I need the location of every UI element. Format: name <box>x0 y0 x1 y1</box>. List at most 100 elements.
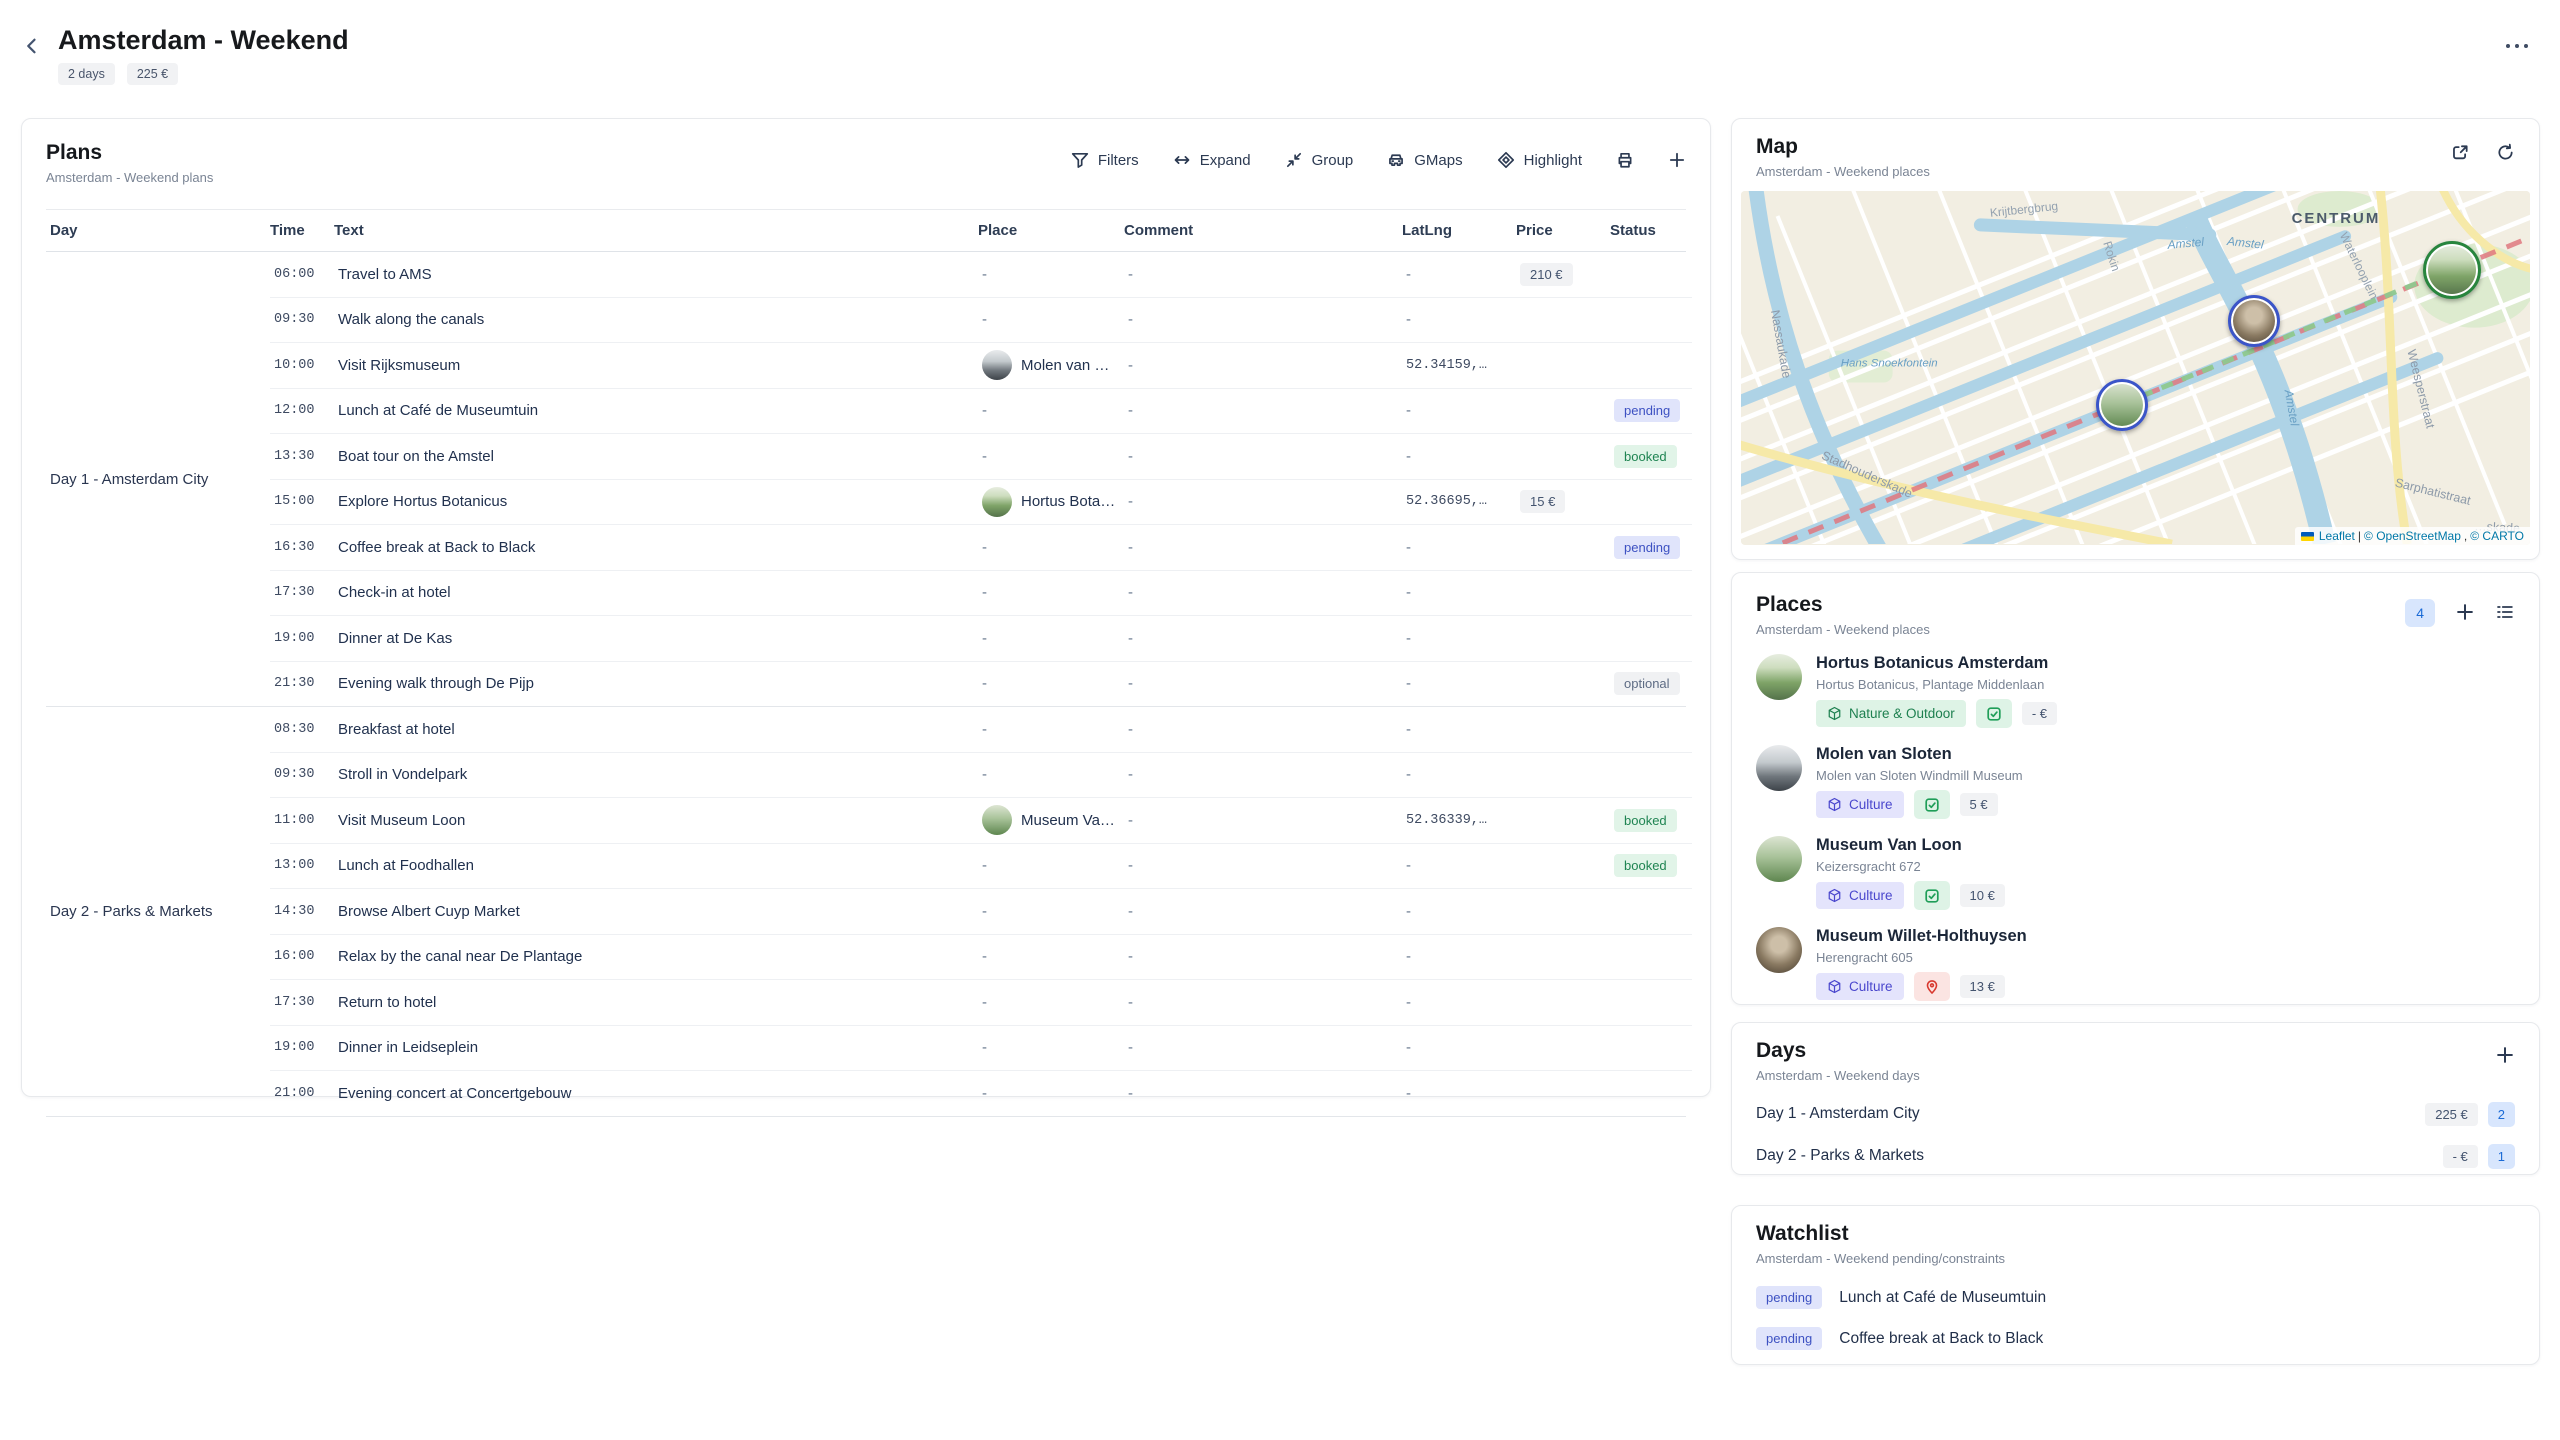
plan-row[interactable]: 19:00Dinner in Leidseplein--- <box>270 1026 1692 1072</box>
osm-link[interactable]: © OpenStreetMap <box>2364 529 2461 543</box>
map-marker-hortus[interactable] <box>2423 241 2481 299</box>
place-badges: Culture13 € <box>1816 972 2027 1001</box>
plan-row[interactable]: 12:00Lunch at Café de Museumtuin---pendi… <box>270 389 1692 435</box>
place-label: - <box>982 994 987 1011</box>
carto-link[interactable]: © CARTO <box>2470 529 2524 543</box>
car-icon <box>1387 151 1405 169</box>
map-canvas[interactable]: KrijtbergbrugRokinCENTRUMAmstelAmstelWat… <box>1741 191 2530 545</box>
map-marker-vanloon[interactable] <box>2096 379 2148 431</box>
place-label: - <box>982 402 987 419</box>
latlng-cell: - <box>1402 584 1516 601</box>
place-avatar <box>982 805 1012 835</box>
page-title: Amsterdam - Weekend <box>58 26 349 56</box>
plan-row[interactable]: 08:30Breakfast at hotel--- <box>270 707 1692 753</box>
plan-row[interactable]: 16:30Coffee break at Back to Black---pen… <box>270 525 1692 571</box>
plan-row[interactable]: 17:30Return to hotel--- <box>270 980 1692 1026</box>
plan-row[interactable]: 13:00Lunch at Foodhallen---booked <box>270 844 1692 890</box>
plan-row[interactable]: 21:30Evening walk through De Pijp---opti… <box>270 662 1692 707</box>
comment-cell: - <box>1124 311 1402 328</box>
plan-row[interactable]: 06:00Travel to AMS---210 € <box>270 252 1692 298</box>
add-place-button[interactable] <box>2455 602 2475 625</box>
leaflet-link[interactable]: Leaflet <box>2319 529 2355 543</box>
time-cell: 15:00 <box>270 494 334 509</box>
add-day-button[interactable] <box>2495 1045 2515 1068</box>
place-item[interactable]: Museum Van LoonKeizersgracht 672Culture1… <box>1756 836 2515 910</box>
days-header: Days Amsterdam - Weekend days <box>1756 1039 2515 1083</box>
plan-row[interactable]: 13:30Boat tour on the Amstel---booked <box>270 434 1692 480</box>
map-attribution: Leaflet | © OpenStreetMap , © CARTO <box>2295 527 2530 545</box>
plan-row[interactable]: 14:30Browse Albert Cuyp Market--- <box>270 889 1692 935</box>
plan-row[interactable]: 17:30Check-in at hotel--- <box>270 571 1692 617</box>
day-item[interactable]: Day 1 - Amsterdam City225 €2 <box>1756 1095 2515 1133</box>
place-address: Molen van Sloten Windmill Museum <box>1816 768 2023 783</box>
column-header-latlng: LatLng <box>1398 210 1512 251</box>
place-cell: - <box>978 857 1124 874</box>
plus-icon <box>1668 151 1686 169</box>
plan-row[interactable]: 15:00Explore Hortus BotanicusHortus Bota… <box>270 480 1692 526</box>
map-label: Hans Snoekfontein <box>1841 358 1938 370</box>
comment-cell: - <box>1124 766 1402 783</box>
watchlist-item[interactable]: pendingCoffee break at Back to Black <box>1756 1319 2515 1358</box>
plan-row[interactable]: 11:00Visit Museum LoonMuseum Va…-52.3633… <box>270 798 1692 844</box>
trip-duration-badge: 2 days <box>58 63 115 85</box>
watchlist-item[interactable]: pendingLunch at Café de Museumtuin <box>1756 1278 2515 1317</box>
toolbar-button-highlight[interactable]: Highlight <box>1497 151 1582 169</box>
comment-cell: - <box>1124 994 1402 1011</box>
plan-row[interactable]: 16:00Relax by the canal near De Plantage… <box>270 935 1692 981</box>
place-cell: - <box>978 402 1124 419</box>
time-cell: 11:00 <box>270 813 334 828</box>
back-button[interactable] <box>22 36 42 59</box>
place-cell: - <box>978 539 1124 556</box>
day-item[interactable]: Day 2 - Parks & Markets- €1 <box>1756 1137 2515 1175</box>
place-photo <box>1756 927 1802 973</box>
plan-row[interactable]: 09:30Walk along the canals--- <box>270 298 1692 344</box>
place-item[interactable]: Hortus Botanicus AmsterdamHortus Botanic… <box>1756 654 2515 728</box>
toolbar-button-filters[interactable]: Filters <box>1071 151 1139 169</box>
plan-row[interactable]: 21:00Evening concert at Concertgebouw--- <box>270 1071 1692 1116</box>
place-info: Museum Van LoonKeizersgracht 672Culture1… <box>1816 836 2005 910</box>
text-cell: Lunch at Café de Museumtuin <box>334 402 978 419</box>
category-badge: Culture <box>1816 882 1904 909</box>
latlng-cell: - <box>1402 1039 1516 1056</box>
place-label: - <box>982 448 987 465</box>
places-title: Places <box>1756 593 1930 617</box>
places-list-view-button[interactable] <box>2495 602 2515 625</box>
plans-subtitle: Amsterdam - Weekend plans <box>46 170 213 185</box>
plan-row[interactable]: 10:00Visit RijksmuseumMolen van …-52.341… <box>270 343 1692 389</box>
status-badge: booked <box>1614 809 1677 832</box>
comment-cell: - <box>1124 1039 1402 1056</box>
plan-row[interactable]: 09:30Stroll in Vondelpark--- <box>270 753 1692 799</box>
trip-title-block: Amsterdam - Weekend 2 days 225 € <box>58 26 349 85</box>
place-item[interactable]: Molen van SlotenMolen van Sloten Windmil… <box>1756 745 2515 819</box>
comment-cell: - <box>1124 1085 1402 1102</box>
text-cell: Walk along the canals <box>334 311 978 328</box>
check-icon <box>1924 888 1940 904</box>
time-cell: 19:00 <box>270 1040 334 1055</box>
map-refresh-button[interactable] <box>2496 143 2515 165</box>
plans-card: Plans Amsterdam - Weekend plans FiltersE… <box>21 118 1711 1097</box>
comment-cell: - <box>1124 630 1402 647</box>
toolbar-button-gmaps[interactable]: GMaps <box>1387 151 1462 169</box>
toolbar-button-plus[interactable] <box>1668 151 1686 169</box>
place-cell: - <box>978 448 1124 465</box>
place-name: Museum Van Loon <box>1816 836 2005 855</box>
days-list: Day 1 - Amsterdam City225 €2 Day 2 - Park… <box>1756 1095 2515 1175</box>
place-item[interactable]: Museum Willet-HolthuysenHerengracht 605C… <box>1756 927 2515 1001</box>
more-menu-button[interactable] <box>2506 44 2528 48</box>
ukraine-flag-icon <box>2301 532 2314 541</box>
toolbar-button-printer[interactable] <box>1616 151 1634 169</box>
latlng-cell: - <box>1402 948 1516 965</box>
latlng-cell: - <box>1402 1085 1516 1102</box>
place-cell: - <box>978 903 1124 920</box>
time-cell: 12:00 <box>270 403 334 418</box>
plan-row[interactable]: 19:00Dinner at De Kas--- <box>270 616 1692 662</box>
place-avatar <box>982 487 1012 517</box>
place-label: - <box>982 266 987 283</box>
plans-table-body: Day 1 - Amsterdam City06:00Travel to AMS… <box>46 252 1686 1117</box>
column-header-day: Day <box>46 210 266 251</box>
map-fullscreen-button[interactable] <box>2451 143 2470 165</box>
plus-icon <box>2455 610 2475 625</box>
toolbar-button-expand[interactable]: Expand <box>1173 151 1251 169</box>
toolbar-button-group[interactable]: Group <box>1285 151 1354 169</box>
map-marker-willet[interactable] <box>2228 295 2280 347</box>
